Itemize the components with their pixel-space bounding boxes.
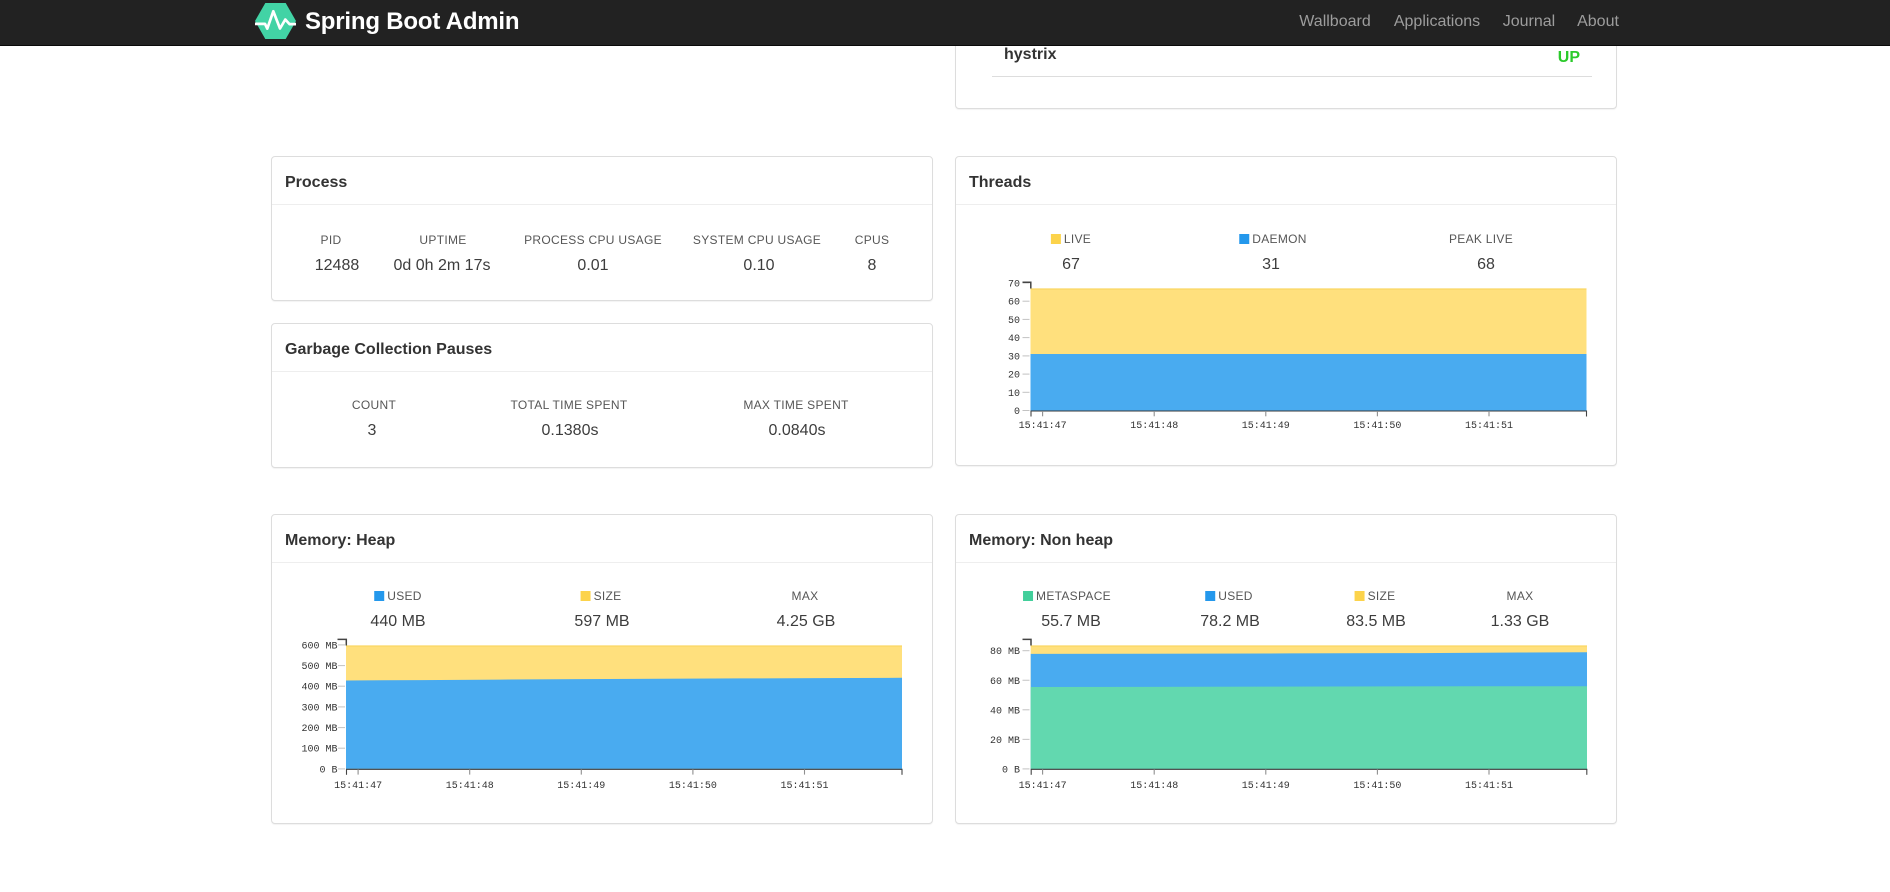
svg-text:15:41:51: 15:41:51 [1465,781,1513,792]
svg-text:15:41:50: 15:41:50 [669,781,717,792]
svg-text:0: 0 [1014,407,1020,418]
svg-text:15:41:49: 15:41:49 [1242,781,1290,792]
svg-text:70: 70 [1008,280,1020,291]
svg-text:15:41:51: 15:41:51 [780,781,828,792]
svg-text:15:41:48: 15:41:48 [1130,421,1178,432]
svg-text:600 MB: 600 MB [301,641,337,652]
svg-text:60: 60 [1008,298,1020,309]
svg-text:15:41:47: 15:41:47 [1019,421,1067,432]
svg-text:15:41:47: 15:41:47 [334,781,382,792]
svg-text:60 MB: 60 MB [990,677,1020,688]
svg-text:15:41:49: 15:41:49 [1242,421,1290,432]
svg-text:15:41:48: 15:41:48 [1130,781,1178,792]
svg-text:15:41:48: 15:41:48 [446,781,494,792]
svg-text:15:41:50: 15:41:50 [1353,421,1401,432]
svg-text:100 MB: 100 MB [301,745,337,756]
svg-text:500 MB: 500 MB [301,662,337,673]
svg-text:15:41:50: 15:41:50 [1353,781,1401,792]
svg-text:50: 50 [1008,316,1020,327]
svg-text:15:41:49: 15:41:49 [557,781,605,792]
svg-text:80 MB: 80 MB [990,647,1020,658]
svg-text:10: 10 [1008,389,1020,400]
svg-text:20: 20 [1008,371,1020,382]
svg-text:40 MB: 40 MB [990,706,1020,717]
svg-text:20 MB: 20 MB [990,736,1020,747]
svg-text:0 B: 0 B [319,765,337,776]
svg-text:40: 40 [1008,334,1020,345]
svg-text:200 MB: 200 MB [301,724,337,735]
svg-text:15:41:51: 15:41:51 [1465,421,1513,432]
svg-text:400 MB: 400 MB [301,683,337,694]
svg-text:30: 30 [1008,352,1020,363]
svg-text:15:41:47: 15:41:47 [1019,781,1067,792]
svg-text:0 B: 0 B [1002,765,1020,776]
svg-text:300 MB: 300 MB [301,703,337,714]
